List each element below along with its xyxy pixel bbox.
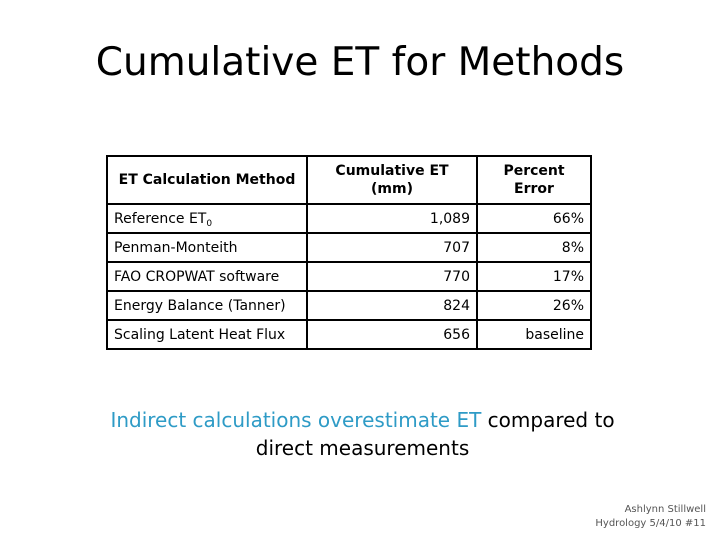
cell-percent-error: 26% <box>476 290 592 321</box>
cell-method: Reference ET0 <box>106 203 308 234</box>
cell-method: Scaling Latent Heat Flux <box>106 319 308 350</box>
table-row: Scaling Latent Heat Flux 656 baseline <box>106 319 592 350</box>
footer-author: Ashlynn Stillwell <box>624 504 706 515</box>
cell-cumulative-et: 824 <box>306 290 478 321</box>
header-cumulative-line1: Cumulative ET <box>335 163 449 179</box>
note-line1: Indirect calculations overestimate ET co… <box>0 406 720 434</box>
table-row: Energy Balance (Tanner) 824 26% <box>106 290 592 321</box>
et-methods-table: ET Calculation Method Cumulative ET (mm)… <box>106 155 592 350</box>
slide-footer: Ashlynn Stillwell Hydrology 5/4/10 #11 <box>595 503 706 531</box>
note-highlight: Indirect calculations overestimate ET <box>110 408 482 432</box>
cell-percent-error: 17% <box>476 261 592 292</box>
cell-percent-error: baseline <box>476 319 592 350</box>
cell-cumulative-et: 770 <box>306 261 478 292</box>
cell-method: Energy Balance (Tanner) <box>106 290 308 321</box>
cell-cumulative-et: 1,089 <box>306 203 478 234</box>
table-row: Penman-Monteith 707 8% <box>106 232 592 263</box>
footer-course: Hydrology 5/4/10 #11 <box>595 518 706 529</box>
cell-cumulative-et: 656 <box>306 319 478 350</box>
note-rest: compared to <box>481 408 615 432</box>
cell-percent-error: 66% <box>476 203 592 234</box>
slide-title: Cumulative ET for Methods <box>95 40 625 85</box>
header-cumulative-line2: (mm) <box>371 181 413 197</box>
cell-method: FAO CROPWAT software <box>106 261 308 292</box>
table-row: Reference ET0 1,089 66% <box>106 203 592 234</box>
method-text: Reference ET <box>114 210 207 227</box>
cell-percent-error: 8% <box>476 232 592 263</box>
cell-cumulative-et: 707 <box>306 232 478 263</box>
note-line2: direct measurements <box>255 436 470 460</box>
table-row: FAO CROPWAT software 770 17% <box>106 261 592 292</box>
cell-method: Penman-Monteith <box>106 232 308 263</box>
conclusion-note: Indirect calculations overestimate ET co… <box>0 406 720 462</box>
method-subscript: 0 <box>206 218 213 229</box>
header-percent-error: Percent Error <box>476 155 592 205</box>
table-header-row: ET Calculation Method Cumulative ET (mm)… <box>106 155 592 205</box>
header-method: ET Calculation Method <box>106 155 308 205</box>
header-cumulative-et: Cumulative ET (mm) <box>306 155 478 205</box>
